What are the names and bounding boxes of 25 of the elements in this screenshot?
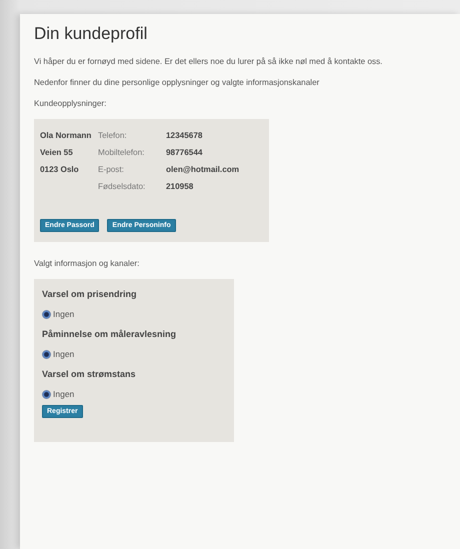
channel-title: Påminnelse om måleravlesning: [42, 329, 176, 340]
field-value: olen@hotmail.com: [166, 165, 240, 174]
radio-label[interactable]: Ingen: [53, 309, 74, 320]
page-title: Din kundeprofil: [34, 24, 148, 44]
radio-label[interactable]: Ingen: [53, 389, 74, 400]
section-heading: Kundeopplysninger:: [34, 98, 108, 110]
field-value: 210958: [166, 182, 194, 192]
field-label: Mobiltelefon:: [98, 148, 146, 158]
channel-title: Varsel om strømstans: [42, 369, 136, 380]
field-label: E-post:: [98, 165, 125, 174]
field-value: 98776544: [166, 148, 204, 158]
field-label: Telefon:: [98, 131, 128, 140]
section-heading: Valgt informasjon og kanaler:: [34, 258, 140, 270]
intro-text: Vi håper du er fornøyd med sidene. Er det ellers noe du lurer på så ikke nøl med å kontakte oss.: [34, 56, 384, 68]
channel-title: Varsel om prisendring: [42, 289, 137, 300]
field-value: 12345678: [166, 131, 204, 140]
subintro-text: Nedenfor finner du dine personlige opplysninger og valgte informasjonskanaler: [34, 77, 320, 88]
radio-button[interactable]: [42, 350, 51, 359]
address-line: 0123 Oslo: [40, 165, 80, 174]
radio-button[interactable]: [42, 310, 51, 319]
radio-button[interactable]: [42, 390, 51, 399]
address-line: Ola Normann: [40, 131, 92, 140]
radio-label[interactable]: Ingen: [53, 349, 74, 360]
address-line: Veien 55: [40, 148, 74, 158]
field-label: Fødselsdato:: [98, 182, 146, 192]
